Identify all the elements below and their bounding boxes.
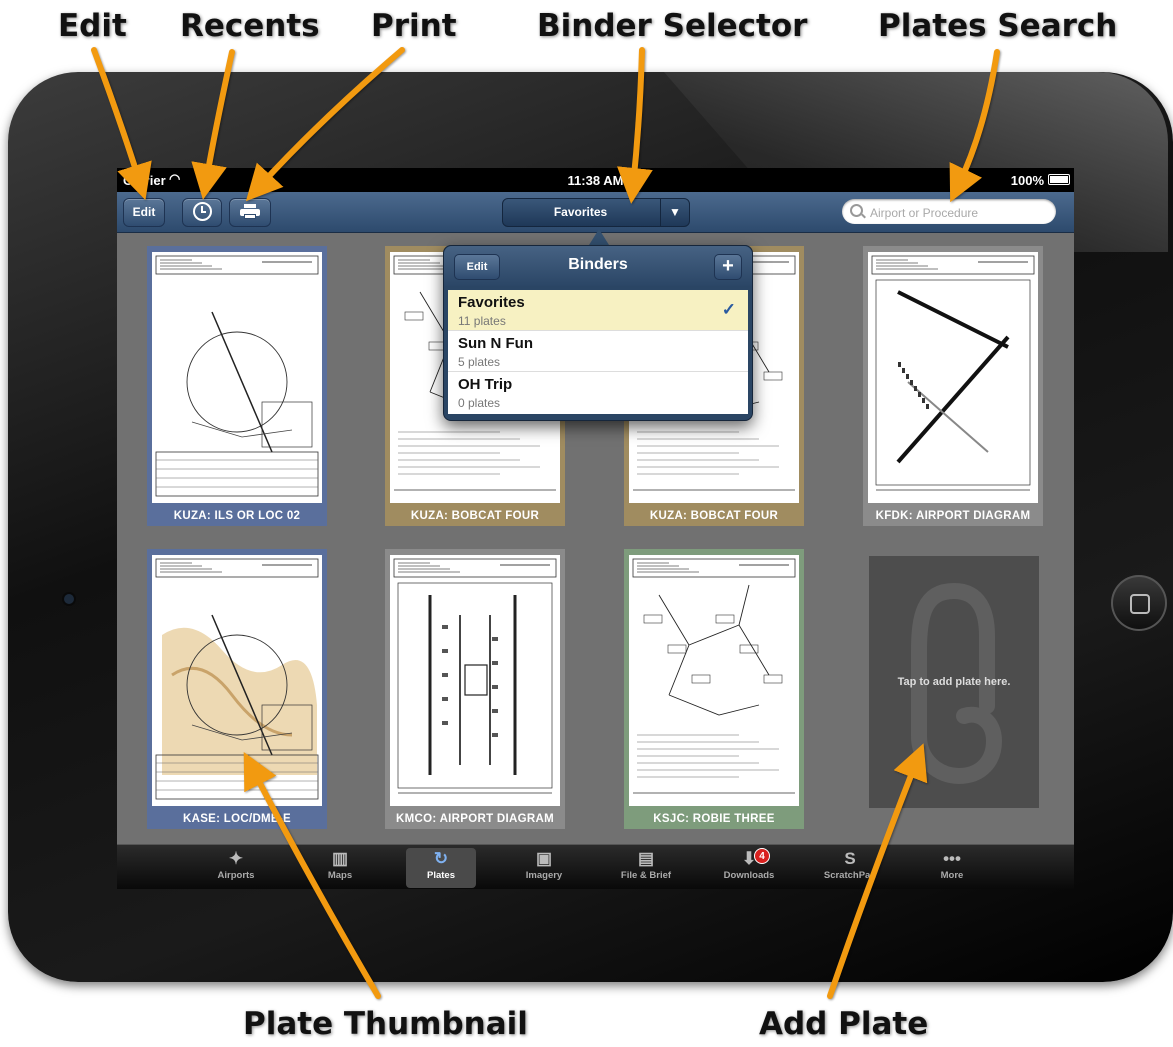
arrow-plate-thumbnail [243, 752, 381, 999]
arrow-add-plate [827, 743, 928, 999]
arrow-print [245, 47, 405, 202]
arrow-binder-selector [616, 47, 653, 204]
arrow-recents [191, 49, 235, 200]
callout-arrows [91, 47, 1000, 999]
arrow-plates-search [949, 49, 1000, 203]
arrow-edit [91, 47, 152, 201]
